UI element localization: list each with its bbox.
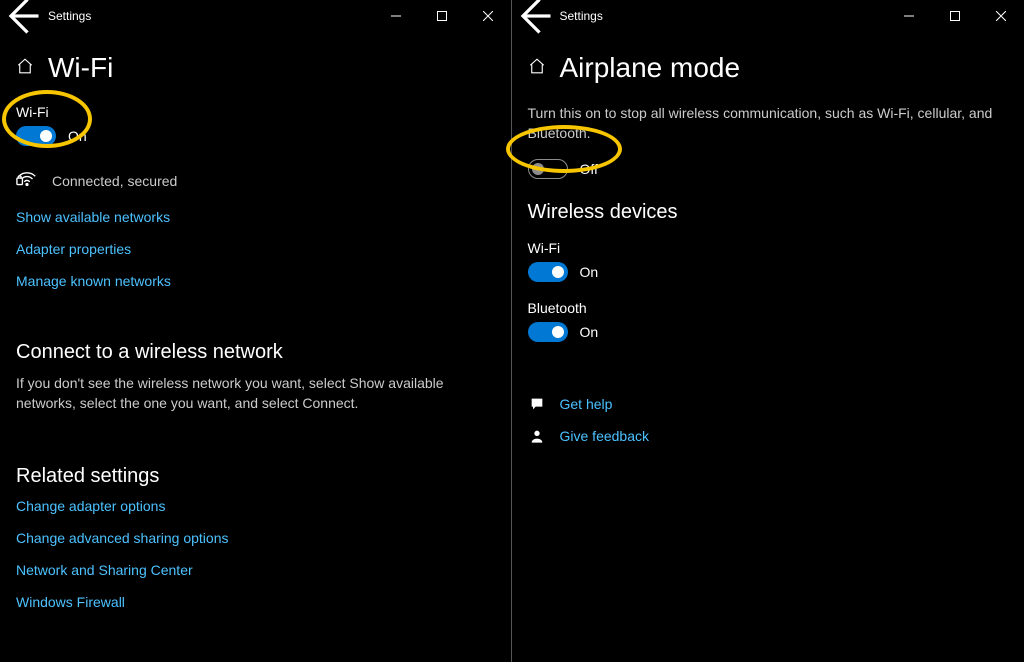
maximize-button[interactable] [932, 0, 978, 32]
airplane-description: Turn this on to stop all wireless commun… [528, 104, 1009, 143]
content: Wi-Fi On Connected, secured Show availab… [0, 104, 511, 646]
wifi-label: Wi-Fi [528, 240, 1009, 256]
airplane-toggle-row: Off [528, 159, 1009, 179]
close-button[interactable] [978, 0, 1024, 32]
airplane-toggle[interactable] [528, 159, 568, 179]
back-button[interactable] [0, 0, 44, 32]
wifi-toggle-row: On [528, 262, 1009, 282]
wifi-status-text: Connected, secured [52, 173, 177, 189]
windows-firewall-link[interactable]: Windows Firewall [16, 594, 495, 610]
manage-known-networks-link[interactable]: Manage known networks [16, 273, 495, 289]
page-header: Wi-Fi [0, 32, 511, 104]
minimize-button[interactable] [373, 0, 419, 32]
bluetooth-label: Bluetooth [528, 300, 1009, 316]
change-sharing-link[interactable]: Change advanced sharing options [16, 530, 495, 546]
page-title: Wi-Fi [48, 52, 113, 84]
content: Turn this on to stop all wireless commun… [512, 104, 1024, 480]
network-sharing-center-link[interactable]: Network and Sharing Center [16, 562, 495, 578]
bluetooth-toggle-state: On [580, 324, 599, 340]
wifi-status-row: Connected, secured [16, 168, 495, 193]
window-title: Settings [44, 9, 373, 23]
window-title: Settings [556, 9, 887, 23]
home-icon[interactable] [528, 57, 546, 80]
get-help-row[interactable]: Get help [528, 396, 1009, 412]
wifi-label: Wi-Fi [16, 104, 495, 120]
titlebar: Settings [0, 0, 511, 32]
minimize-button[interactable] [886, 0, 932, 32]
wifi-toggle-state: On [68, 128, 87, 144]
chat-icon [528, 396, 546, 412]
window-controls [886, 0, 1024, 32]
wifi-secured-icon [16, 168, 38, 193]
wifi-toggle[interactable] [16, 126, 56, 146]
back-button[interactable] [512, 0, 556, 32]
window-controls [373, 0, 511, 32]
wifi-toggle-row: On [16, 126, 495, 146]
wifi-toggle-state: On [580, 264, 599, 280]
person-icon [528, 428, 546, 444]
maximize-button[interactable] [419, 0, 465, 32]
get-help-link[interactable]: Get help [560, 396, 613, 412]
adapter-properties-link[interactable]: Adapter properties [16, 241, 495, 257]
wifi-toggle[interactable] [528, 262, 568, 282]
close-button[interactable] [465, 0, 511, 32]
show-networks-link[interactable]: Show available networks [16, 209, 495, 225]
connect-heading: Connect to a wireless network [16, 341, 495, 364]
connect-body: If you don't see the wireless network yo… [16, 374, 495, 413]
page-title: Airplane mode [560, 52, 741, 84]
airplane-toggle-state: Off [580, 161, 598, 177]
bluetooth-toggle-row: On [528, 322, 1009, 342]
home-icon[interactable] [16, 57, 34, 80]
give-feedback-row[interactable]: Give feedback [528, 428, 1009, 444]
settings-window-wifi: Settings Wi-Fi Wi-Fi On [0, 0, 511, 662]
change-adapter-link[interactable]: Change adapter options [16, 498, 495, 514]
wireless-devices-heading: Wireless devices [528, 201, 1009, 224]
bluetooth-toggle[interactable] [528, 322, 568, 342]
related-heading: Related settings [16, 465, 495, 488]
titlebar: Settings [512, 0, 1024, 32]
settings-window-airplane: Settings Airplane mode Turn this on to s… [512, 0, 1024, 662]
give-feedback-link[interactable]: Give feedback [560, 428, 650, 444]
page-header: Airplane mode [512, 32, 1024, 104]
